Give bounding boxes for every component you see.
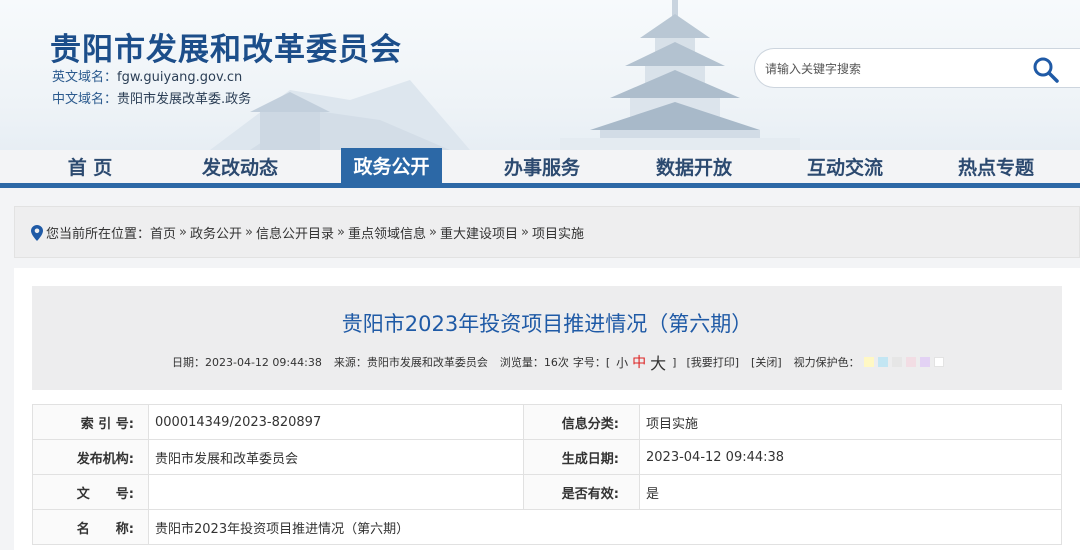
breadcrumb-separator: »	[337, 225, 345, 240]
font-medium-button[interactable]: 中	[632, 352, 646, 372]
table-row: 文 号: 是否有效: 是	[32, 474, 1062, 510]
site-title[interactable]: 贵阳市发展和改革委员会	[50, 24, 402, 69]
category-value: 项目实施	[639, 404, 1062, 440]
english-domain-value[interactable]: fgw.guiyang.gov.cn	[117, 70, 242, 85]
fontsize-bracket-open: [	[605, 355, 611, 369]
name-value: 贵阳市2023年投资项目推进情况（第六期）	[148, 509, 1062, 545]
breadcrumb: 您当前所在位置： 首页 » 政务公开 » 信息公开目录 » 重点领域信息 » 重…	[31, 223, 584, 242]
breadcrumb-separator: »	[245, 225, 253, 240]
nav-item-home[interactable]: 首 页	[40, 153, 140, 183]
breadcrumb-separator: »	[520, 225, 529, 240]
date-label: 日期：	[172, 356, 205, 369]
eye-color-purple[interactable]	[919, 357, 930, 367]
eye-protection-label: 视力保护色：	[793, 356, 860, 369]
nav-item-open-data[interactable]: 数据开放	[644, 153, 744, 183]
eye-color-pink[interactable]	[905, 357, 916, 367]
eye-color-blue[interactable]	[877, 357, 888, 367]
publisher-value: 贵阳市发展和改革委员会	[148, 439, 524, 475]
english-domain-label: 英文域名：	[52, 70, 118, 85]
table-row: 名 称: 贵阳市2023年投资项目推进情况（第六期）	[32, 509, 1062, 545]
nav-underline	[0, 183, 1080, 188]
breadcrumb-box: 您当前所在位置： 首页 » 政务公开 » 信息公开目录 » 重点领域信息 » 重…	[14, 206, 1080, 258]
eye-color-gray[interactable]	[891, 357, 902, 367]
eye-color-white[interactable]	[933, 357, 944, 367]
breadcrumb-gov-affairs[interactable]: 政务公开	[190, 223, 242, 242]
name-label: 名 称:	[32, 509, 149, 545]
location-pin-icon	[31, 224, 43, 241]
site-header: 贵阳市发展和改革委员会 英文域名：fgw.guiyang.gov.cn 中文域名…	[0, 0, 1080, 150]
breadcrumb-prefix: 您当前所在位置：	[46, 227, 151, 242]
created-date-value: 2023-04-12 09:44:38	[639, 439, 1062, 475]
date-value: 2023-04-12 09:44:38	[205, 355, 322, 369]
english-domain: 英文域名：fgw.guiyang.gov.cn	[52, 66, 242, 85]
chinese-domain-value[interactable]: 贵阳市发展改革委.政务	[117, 92, 251, 107]
print-button[interactable]: [我要打印]	[686, 354, 739, 370]
font-small-button[interactable]: 小	[616, 354, 628, 371]
nav-item-services[interactable]: 办事服务	[492, 153, 592, 183]
article-content: 贵阳市2023年投资项目推进情况（第六期） 日期： 2023-04-12 09:…	[14, 268, 1080, 550]
nav-item-news[interactable]: 发改动态	[190, 153, 290, 183]
search-box	[754, 48, 1080, 88]
fontsize-bracket-close: ]	[672, 355, 677, 369]
info-table: 索 引 号: 000014349/2023-820897 信息分类: 项目实施 …	[32, 404, 1062, 545]
category-label: 信息分类:	[523, 404, 640, 440]
valid-value: 是	[639, 474, 1062, 510]
close-button[interactable]: [关闭]	[751, 354, 782, 370]
nav-item-interaction[interactable]: 互动交流	[795, 153, 895, 183]
nav-item-topics[interactable]: 热点专题	[946, 153, 1046, 183]
nav-item-gov-affairs[interactable]: 政务公开	[341, 148, 442, 183]
publisher-label: 发布机构:	[32, 439, 149, 475]
chinese-domain: 中文域名：贵阳市发展改革委.政务	[52, 88, 251, 107]
search-icon[interactable]	[1031, 55, 1061, 83]
font-large-button[interactable]: 大	[650, 350, 666, 374]
main-nav: 首 页 发改动态 政务公开 办事服务 数据开放 互动交流 热点专题	[0, 148, 1080, 188]
chinese-domain-label: 中文域名：	[52, 92, 118, 107]
created-date-label: 生成日期:	[523, 439, 640, 475]
views-value: 16次	[543, 356, 569, 369]
doc-number-value	[148, 474, 524, 510]
eye-color-yellow[interactable]	[863, 357, 874, 367]
article-meta: 日期： 2023-04-12 09:44:38 来源： 贵阳市发展和改革委员会 …	[172, 350, 944, 374]
breadcrumb-home[interactable]: 首页	[150, 223, 176, 242]
table-row: 发布机构: 贵阳市发展和改革委员会 生成日期: 2023-04-12 09:44…	[32, 439, 1062, 475]
breadcrumb-key-areas[interactable]: 重点领域信息	[348, 223, 426, 242]
breadcrumb-major-projects[interactable]: 重大建设项目	[440, 223, 518, 242]
breadcrumb-separator: »	[428, 225, 437, 240]
valid-label: 是否有效:	[523, 474, 640, 510]
source-value: 贵阳市发展和改革委员会	[366, 356, 488, 369]
index-value: 000014349/2023-820897	[148, 404, 524, 440]
article-title: 贵阳市2023年投资项目推进情况（第六期）	[341, 312, 753, 336]
fontsize-label: 字号：	[572, 356, 606, 369]
table-row: 索 引 号: 000014349/2023-820897 信息分类: 项目实施	[32, 404, 1062, 440]
index-label: 索 引 号:	[32, 404, 149, 440]
breadcrumb-info-directory[interactable]: 信息公开目录	[256, 223, 334, 242]
article-header: 贵阳市2023年投资项目推进情况（第六期） 日期： 2023-04-12 09:…	[32, 286, 1062, 390]
breadcrumb-separator: »	[179, 225, 187, 240]
doc-number-label: 文 号:	[32, 474, 149, 510]
search-input[interactable]	[765, 58, 1015, 80]
views-label: 浏览量：	[499, 356, 544, 369]
breadcrumb-project-implementation[interactable]: 项目实施	[532, 223, 584, 242]
source-label: 来源：	[333, 356, 367, 369]
